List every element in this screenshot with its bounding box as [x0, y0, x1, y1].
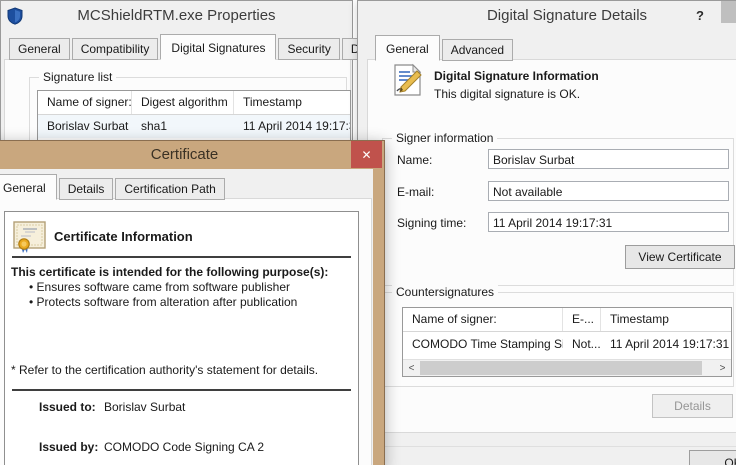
tab-cert-certification-path[interactable]: Certification Path	[115, 178, 225, 200]
name-label: Name:	[397, 153, 433, 167]
tab-dsd-general[interactable]: General	[375, 35, 440, 61]
tab-cert-details[interactable]: Details	[58, 178, 114, 200]
name-field[interactable]	[488, 149, 729, 169]
tab-security[interactable]: Security	[278, 38, 340, 60]
help-icon[interactable]: ?	[696, 8, 704, 23]
countersignature-row[interactable]: COMODO Time Stamping Signer Not... 11 Ap…	[403, 332, 731, 358]
tab-compatibility[interactable]: Compatibility	[71, 38, 159, 60]
tab-digital-signatures[interactable]: Digital Signatures	[160, 34, 277, 60]
purpose-item: Ensures software came from software publ…	[29, 280, 297, 295]
tab-general[interactable]: General	[9, 38, 70, 60]
column-cs-name-of-signer[interactable]: Name of signer:	[403, 308, 563, 331]
details-button[interactable]: Details	[652, 394, 733, 418]
view-certificate-button[interactable]: View Certificate	[625, 245, 735, 269]
countersignatures-group: Countersignatures Name of signer: E-... …	[382, 285, 734, 387]
column-timestamp[interactable]: Timestamp	[234, 91, 350, 114]
column-cs-email[interactable]: E-...	[563, 308, 601, 331]
countersignatures-header: Name of signer: E-... Timestamp	[403, 308, 731, 332]
dsd-general-tab-page: Digital Signature Information This digit…	[367, 59, 736, 433]
column-name-of-signer[interactable]: Name of signer:	[38, 91, 132, 114]
dsd-title: Digital Signature Details	[486, 7, 648, 24]
tab-dsd-advanced[interactable]: Advanced	[441, 39, 514, 61]
signing-time-field[interactable]	[488, 212, 729, 232]
issued-by-value: COMODO Code Signing CA 2	[104, 440, 265, 454]
signer-information-group: Signer information Name: E-mail: Signing…	[382, 131, 735, 286]
cert-general-tab-page: Certificate Information This certificate…	[0, 198, 372, 465]
signature-status: This digital signature is OK.	[434, 87, 581, 101]
ok-button[interactable]: OK	[689, 450, 736, 465]
issued-to-label: Issued to:	[39, 400, 96, 414]
signer-information-label: Signer information	[392, 131, 498, 145]
properties-tab-row: General Compatibility Digital Signatures…	[9, 33, 399, 60]
close-icon[interactable]: ✕	[351, 141, 382, 168]
scrollbar-track[interactable]	[420, 360, 714, 376]
signature-info-heading: Digital Signature Information	[434, 69, 599, 83]
scroll-left-icon[interactable]: <	[403, 360, 420, 376]
dsd-footer	[358, 446, 736, 465]
email-label: E-mail:	[397, 185, 435, 199]
scrollbar-thumb[interactable]	[420, 361, 703, 375]
signer-name-cell: Borislav Surbat	[47, 119, 129, 133]
issued-to-value: Borislav Surbat	[104, 400, 186, 414]
properties-titlebar[interactable]: MCShieldRTM.exe Properties	[1, 1, 352, 31]
issued-by-label: Issued by:	[39, 440, 99, 454]
cs-email-cell: Not...	[572, 337, 601, 351]
certificate-dialog: Certificate ✕ General Details Certificat…	[0, 140, 385, 465]
signing-time-label: Signing time:	[397, 216, 467, 230]
certificate-titlebar[interactable]: Certificate ✕	[0, 141, 384, 168]
signature-list-group-label: Signature list	[39, 70, 117, 84]
separator	[12, 389, 351, 391]
separator	[12, 256, 351, 258]
tab-cert-general[interactable]: General	[0, 174, 57, 200]
horizontal-scrollbar: < >	[403, 359, 731, 376]
certificate-body: General Details Certification Path Certi…	[0, 169, 373, 465]
countersignatures-label: Countersignatures	[392, 285, 499, 299]
signature-row[interactable]: Borislav Surbat sha1 11 April 2014 19:17…	[38, 115, 350, 138]
column-digest-algorithm[interactable]: Digest algorithm	[132, 91, 234, 114]
signature-list-header: Name of signer: Digest algorithm Timesta…	[38, 91, 350, 115]
certificate-icon	[13, 221, 46, 253]
dsd-tab-row: General Advanced	[375, 34, 515, 61]
email-field[interactable]	[488, 181, 729, 201]
purposes-heading: This certificate is intended for the fol…	[11, 265, 329, 279]
countersignatures-table: Name of signer: E-... Timestamp COMODO T…	[402, 307, 732, 377]
certificate-title: Certificate	[150, 146, 219, 163]
properties-title: MCShieldRTM.exe Properties	[77, 7, 276, 24]
purpose-item: Protects software from alteration after …	[29, 295, 298, 310]
digital-signature-icon	[394, 63, 422, 96]
refer-note: * Refer to the certification authority's…	[11, 363, 319, 377]
digital-signature-details-dialog: Digital Signature Details ? General Adva…	[357, 0, 736, 465]
purposes-list: Ensures software came from software publ…	[29, 280, 298, 310]
cs-signer-cell: COMODO Time Stamping Signer	[412, 337, 563, 351]
screen: MCShieldRTM.exe Properties General Compa…	[0, 0, 736, 465]
cs-timestamp-cell: 11 April 2014 19:17:31	[610, 337, 730, 351]
close-icon[interactable]	[721, 1, 736, 23]
certificate-information-heading: Certificate Information	[54, 229, 193, 244]
column-cs-timestamp[interactable]: Timestamp	[601, 308, 731, 331]
certificate-tab-row: General Details Certification Path	[0, 173, 227, 200]
digest-cell: sha1	[141, 119, 168, 133]
scroll-right-icon[interactable]: >	[714, 360, 731, 376]
certificate-info-box: Certificate Information This certificate…	[4, 211, 359, 465]
dsd-titlebar[interactable]: Digital Signature Details ?	[358, 1, 736, 31]
timestamp-cell: 11 April 2014 19:17:31	[243, 119, 350, 133]
